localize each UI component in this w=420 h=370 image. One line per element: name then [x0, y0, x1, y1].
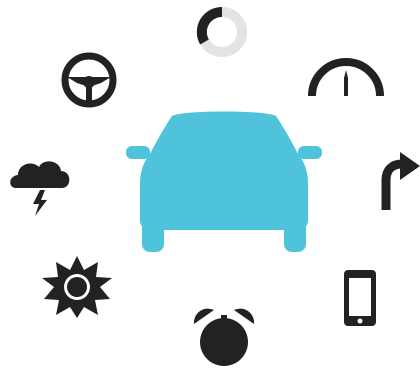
- progress-ring-icon: [190, 4, 254, 60]
- turn-right-arrow-icon: [380, 150, 420, 212]
- car-features-diagram: [0, 0, 420, 370]
- car-front-icon: [126, 108, 326, 258]
- alarm-clock-icon: [190, 306, 258, 370]
- smartphone-icon: [340, 268, 380, 328]
- speedometer-icon: [304, 58, 388, 100]
- thunderstorm-cloud-icon: [6, 152, 76, 222]
- sun-burst-icon: [40, 254, 114, 318]
- steering-wheel-icon: [54, 50, 124, 110]
